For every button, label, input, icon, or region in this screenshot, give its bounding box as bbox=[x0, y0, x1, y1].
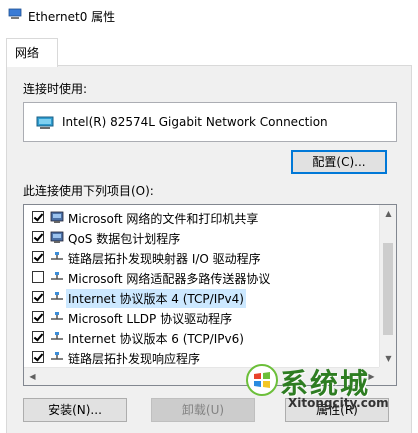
configure-button[interactable]: 配置(C)... bbox=[291, 150, 387, 174]
network-card-icon bbox=[36, 116, 54, 129]
item-label: 链路层拓扑发现响应程序 bbox=[68, 352, 201, 366]
items-label: 此连接使用下列项目(O): bbox=[23, 184, 154, 198]
item-checkbox[interactable] bbox=[32, 291, 44, 303]
item-checkbox[interactable] bbox=[32, 331, 44, 343]
watermark-domain: Xitongcity.com bbox=[288, 396, 389, 410]
network-service-icon bbox=[50, 211, 64, 223]
uninstall-button[interactable]: 卸载(U) bbox=[151, 398, 255, 422]
tab-network-label: 网络 bbox=[15, 46, 40, 60]
item-label: Microsoft LLDP 协议驱动程序 bbox=[68, 312, 233, 326]
tab-strip: 网络 bbox=[0, 30, 418, 67]
item-checkbox[interactable] bbox=[32, 271, 44, 283]
network-service-icon bbox=[50, 231, 64, 243]
protocol-icon bbox=[51, 332, 63, 340]
item-label: 链路层拓扑发现映射器 I/O 驱动程序 bbox=[68, 252, 261, 266]
protocol-icon bbox=[51, 292, 63, 300]
item-label: QoS 数据包计划程序 bbox=[68, 232, 181, 246]
adapter-box: Intel(R) 82574L Gigabit Network Connecti… bbox=[23, 102, 397, 142]
item-checkbox[interactable] bbox=[32, 251, 44, 263]
list-item[interactable]: Microsoft 网络的文件和打印机共享 bbox=[24, 207, 380, 227]
protocol-icon bbox=[51, 312, 63, 320]
item-checkbox[interactable] bbox=[32, 211, 44, 223]
item-label: Microsoft 网络的文件和打印机共享 bbox=[68, 212, 259, 226]
protocol-icon bbox=[51, 352, 63, 360]
list-item[interactable]: Internet 协议版本 4 (TCP/IPv4) bbox=[24, 287, 380, 308]
protocol-icon bbox=[51, 252, 63, 260]
protocol-icon bbox=[51, 272, 63, 280]
list-item[interactable]: Microsoft LLDP 协议驱动程序 bbox=[24, 307, 380, 327]
scroll-up-icon[interactable]: ▲ bbox=[380, 205, 396, 222]
site-watermark: 系统城 Xitongcity.com bbox=[246, 358, 408, 418]
list-item[interactable]: Internet 协议版本 6 (TCP/IPv6) bbox=[24, 327, 380, 347]
list-item[interactable]: Microsoft 网络适配器多路传送器协议 bbox=[24, 267, 380, 287]
tab-network[interactable]: 网络 bbox=[6, 38, 58, 67]
vertical-scrollbar[interactable]: ▲ ▼ bbox=[379, 205, 396, 367]
adapter-name: Intel(R) 82574L Gigabit Network Connecti… bbox=[62, 115, 328, 129]
item-checkbox[interactable] bbox=[32, 231, 44, 243]
scroll-left-icon[interactable]: ◀ bbox=[24, 368, 41, 385]
item-checkbox[interactable] bbox=[32, 351, 44, 363]
item-label: Internet 协议版本 4 (TCP/IPv4) bbox=[66, 289, 246, 308]
item-label: Microsoft 网络适配器多路传送器协议 bbox=[68, 272, 271, 286]
scroll-thumb[interactable] bbox=[383, 243, 393, 335]
item-label: Internet 协议版本 6 (TCP/IPv6) bbox=[68, 332, 244, 346]
connect-using-label: 连接时使用: bbox=[23, 82, 88, 96]
window-title: Ethernet0 属性 bbox=[28, 10, 116, 24]
list-item[interactable]: 链路层拓扑发现映射器 I/O 驱动程序 bbox=[24, 247, 380, 267]
list-item[interactable]: QoS 数据包计划程序 bbox=[24, 227, 380, 247]
install-button[interactable]: 安装(N)... bbox=[23, 398, 127, 422]
title-bar: Ethernet0 属性 bbox=[0, 0, 418, 30]
network-adapter-icon bbox=[8, 8, 22, 19]
item-checkbox[interactable] bbox=[32, 311, 44, 323]
windows-logo-icon bbox=[246, 364, 278, 396]
